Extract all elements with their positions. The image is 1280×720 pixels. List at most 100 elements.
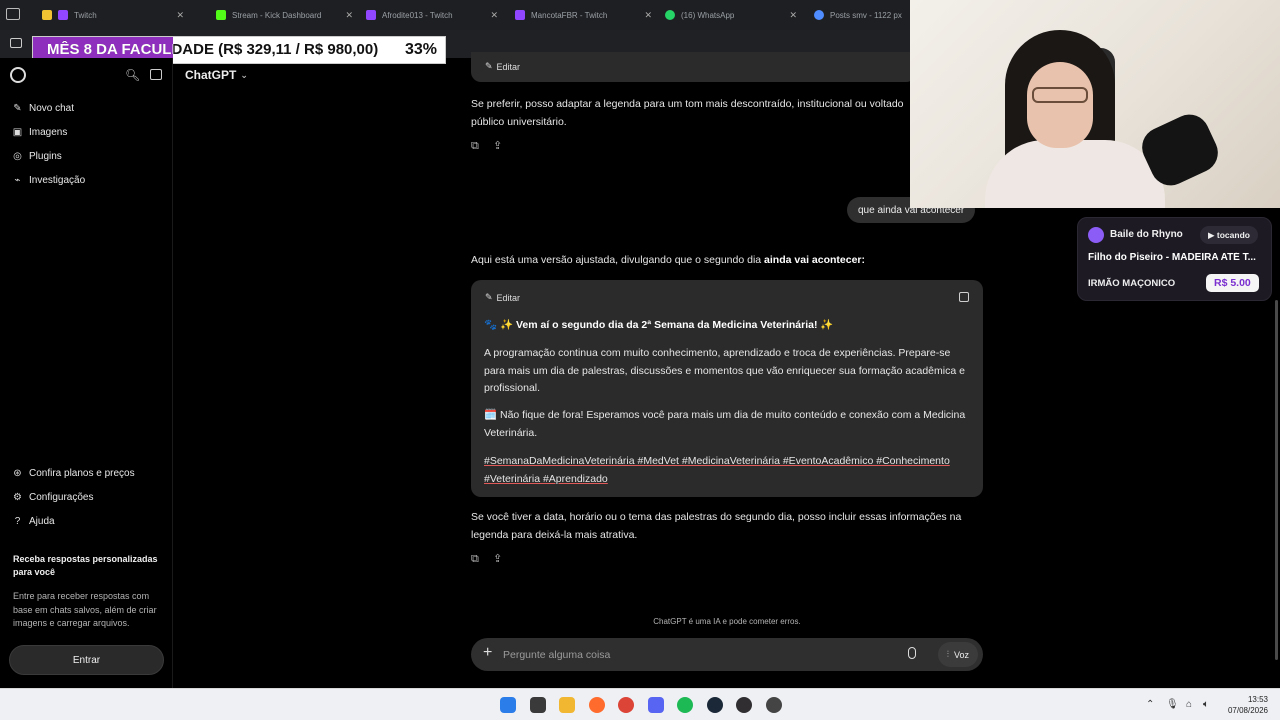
edit-button[interactable]: ✎ Editar: [485, 292, 520, 303]
system-clock[interactable]: 13:53 07/08/2026: [1228, 694, 1268, 716]
clock-time: 13:53: [1247, 695, 1268, 704]
caption-title: 🐾 ✨ Vem aí o segundo dia da 2ª Semana da…: [484, 319, 834, 331]
browser-tab[interactable]: Afrodite013 - Twitch ✕: [362, 0, 502, 30]
edit-button[interactable]: ✎ Editar: [485, 61, 520, 72]
folder-icon[interactable]: [559, 697, 575, 713]
assistant-intro: Aqui está uma versão ajustada, divulgand…: [471, 252, 983, 270]
browser-tab[interactable]: Posts smv - 1122 px: [810, 0, 910, 30]
composer: + ⫶ Voz: [471, 638, 983, 671]
telescope-icon: ⌁: [14, 175, 21, 186]
plugin-icon: ◎: [13, 151, 22, 162]
sidebar-panel-icon[interactable]: [10, 38, 22, 48]
sidebar-item-label: Plugins: [29, 151, 62, 162]
close-icon[interactable]: ✕: [345, 10, 353, 21]
goal-progress-percent: 33%: [404, 41, 437, 58]
microphone-tray-icon[interactable]: 🎙︎: [1166, 699, 1179, 710]
voice-label: Voz: [953, 649, 969, 660]
caption-card: ✎ Editar 🐾 ✨ Vem aí o segundo dia da 2ª …: [471, 280, 983, 497]
browser-tab[interactable]: MancotaFBR - Twitch ✕: [511, 0, 656, 30]
tab-label: Twitch: [74, 10, 97, 20]
copy-icon[interactable]: [959, 292, 969, 302]
sidebar-item-research[interactable]: ⌁ Investigação: [12, 175, 85, 186]
prompt-input[interactable]: [503, 646, 883, 664]
obs-icon[interactable]: [736, 697, 752, 713]
volume-icon[interactable]: 🔈︎: [1203, 699, 1209, 710]
assistant-message-previous: Se preferir, posso adaptar a legenda par…: [471, 98, 904, 128]
tab-label: Stream - Kick Dashboard: [232, 10, 322, 20]
sidebar-item-plugins[interactable]: ◎ Plugins: [12, 151, 62, 162]
copy-icon[interactable]: ⧉: [471, 553, 479, 566]
sidebar-item-help[interactable]: ? Ajuda: [12, 516, 55, 527]
clock-date: 07/08/2026: [1227, 706, 1268, 715]
sidebar-item-images[interactable]: ▣ Imagens: [12, 127, 68, 138]
browser-tab[interactable]: (16) WhatsApp ✕: [661, 0, 801, 30]
image-icon: ▣: [12, 127, 23, 138]
spotify-icon[interactable]: [677, 697, 693, 713]
chevron-up-icon[interactable]: ⌃: [1146, 699, 1154, 710]
page-scrollbar[interactable]: [1275, 300, 1278, 660]
edit-label: Editar: [496, 61, 521, 72]
app-icon[interactable]: [765, 697, 782, 713]
tab-label: MancotaFBR - Twitch: [531, 10, 608, 20]
tab-favicon-icon: [42, 10, 52, 20]
sidebar-item-plans[interactable]: ⊛ Confira planos e preços: [12, 468, 135, 479]
share-icon[interactable]: ⇪: [493, 139, 502, 152]
music-widget-title: Baile do Rhyno: [1110, 229, 1183, 240]
discord-icon[interactable]: [647, 697, 664, 713]
twitch-icon: [515, 10, 525, 20]
chrome-icon[interactable]: [618, 697, 634, 713]
song-title: Filho do Piseiro - MADEIRA ATÉ T...: [1088, 252, 1256, 263]
share-icon[interactable]: ⇪: [493, 552, 502, 565]
sidebar-item-label: Investigação: [29, 175, 86, 186]
sidebar: 🔍︎ ✎ Novo chat ▣ Imagens ◎ Plugins ⌁ Inv…: [0, 58, 173, 688]
model-selector[interactable]: ChatGPT ⌄: [185, 68, 248, 82]
search-icon[interactable]: 🔍︎: [125, 68, 140, 82]
file-explorer-icon[interactable]: [529, 697, 546, 713]
pencil-icon: ✎: [485, 61, 493, 71]
edit-label: Editar: [496, 292, 521, 303]
assistant-intro-bold: ainda vai acontecer:: [764, 254, 866, 266]
twitch-icon: [58, 10, 68, 20]
sidebar-item-label: Imagens: [29, 127, 68, 138]
network-icon[interactable]: ⌂: [1186, 699, 1192, 710]
close-icon[interactable]: ✕: [789, 10, 797, 21]
song-requester: IRMÃO MAÇONICO: [1088, 278, 1176, 289]
assistant-intro-text: Aqui está uma versão ajustada, divulgand…: [471, 254, 762, 266]
playing-badge: ▶ tocando: [1200, 226, 1258, 244]
voice-button[interactable]: ⫶ Voz: [937, 642, 978, 667]
close-icon[interactable]: ✕: [644, 10, 652, 21]
sidebar-item-settings[interactable]: ⚙ Configurações: [12, 492, 93, 503]
kick-icon: [216, 10, 226, 20]
caption-hashtags: #SemanaDaMedicinaVeterinária #MedVet #Me…: [484, 455, 950, 485]
previous-caption-card: ✎ Editar: [471, 52, 916, 82]
microphone-icon[interactable]: [908, 647, 916, 659]
gear-icon: ⚙: [13, 492, 22, 503]
sidebar-item-label: Configurações: [29, 492, 94, 503]
plus-icon[interactable]: +: [483, 644, 492, 662]
body-shape: [985, 140, 1165, 208]
caption-paragraph: A programação continua com muito conheci…: [484, 347, 965, 394]
login-button[interactable]: Entrar: [9, 645, 164, 675]
browser-tab[interactable]: Twitch ✕: [38, 0, 188, 30]
pencil-icon: ✎: [485, 292, 493, 302]
browser-tab[interactable]: Stream - Kick Dashboard ✕: [212, 0, 357, 30]
disclaimer: ChatGPT é uma IA e pode cometer erros.: [653, 617, 801, 626]
promo-title: Receba respostas personalizadas para voc…: [13, 554, 158, 577]
help-icon: ?: [14, 516, 21, 527]
chatgpt-logo-icon[interactable]: [10, 67, 26, 83]
sidebar-toggle-icon[interactable]: [150, 69, 162, 80]
close-icon[interactable]: ✕: [490, 10, 498, 21]
browser-sidebar-icon[interactable]: [6, 8, 20, 20]
copy-icon[interactable]: ⧉: [471, 140, 479, 153]
steam-icon[interactable]: [706, 697, 723, 713]
webcam-feed: [910, 0, 1280, 208]
windows-taskbar: ⌃ 🎙︎ ⌂ 🔈︎ 13:53 07/08/2026: [0, 688, 1280, 720]
close-icon[interactable]: ✕: [176, 10, 184, 21]
sidebar-item-label: Confira planos e preços: [29, 468, 135, 479]
sidebar-item-new-chat[interactable]: ✎ Novo chat: [12, 103, 74, 114]
sidebar-item-label: Ajuda: [29, 516, 55, 527]
song-price: R$ 5.00: [1206, 274, 1259, 292]
firefox-icon[interactable]: [588, 697, 605, 713]
windows-start-icon[interactable]: [500, 697, 516, 713]
music-request-widget: Baile do Rhyno ▶ tocando Filho do Piseir…: [1077, 217, 1272, 301]
